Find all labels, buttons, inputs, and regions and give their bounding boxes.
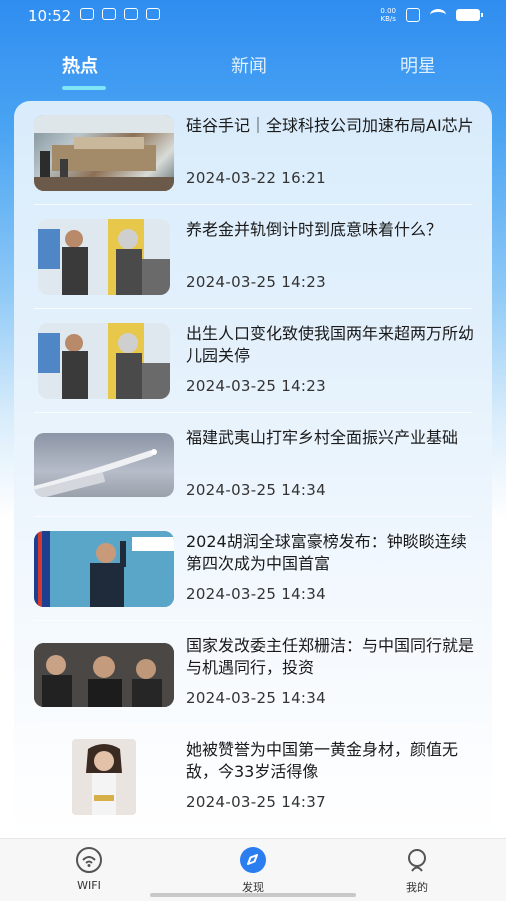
status-bar: 10:52 0.00 KB/s — [0, 0, 506, 32]
net-speed-value: 0.00 — [380, 7, 396, 15]
news-title: 养老金并轨倒计时到底意味着什么？ — [186, 220, 443, 239]
system-icons: 0.00 KB/s — [380, 7, 483, 23]
news-title: 2024胡润全球富豪榜发布：钟睒睒连续第四次成为中国首富 — [186, 532, 467, 573]
message-icon — [80, 8, 94, 20]
compass-icon — [240, 847, 266, 873]
robot-and-woman-photo — [38, 323, 170, 399]
news-thumbnail — [72, 739, 136, 815]
app-notification-icon — [102, 8, 116, 20]
news-item[interactable]: 福建武夷山打牢乡村全面振兴产业基础 2024-03-25 14:34 — [14, 413, 492, 517]
news-thumbnail — [34, 433, 174, 497]
news-date: 2024-03-25 14:34 — [186, 481, 326, 499]
news-thumbnail — [34, 115, 174, 191]
sim-icon — [406, 8, 420, 22]
woman-portrait-photo — [72, 739, 136, 815]
tab-news[interactable]: 新闻 — [231, 52, 267, 78]
news-date: 2024-03-22 16:21 — [186, 169, 326, 187]
net-speed: 0.00 KB/s — [380, 7, 396, 23]
meeting-photo — [34, 643, 174, 707]
news-title: 硅谷手记｜全球科技公司加速布局AI芯片 — [186, 116, 474, 135]
news-date: 2024-03-25 14:23 — [186, 273, 326, 291]
news-thumbnail — [38, 219, 170, 295]
news-thumbnail — [34, 643, 174, 707]
news-thumbnail — [34, 531, 174, 607]
notification-icons — [80, 8, 160, 20]
user-icon — [404, 847, 430, 873]
news-item[interactable]: 硅谷手记｜全球科技公司加速布局AI芯片 2024-03-22 16:21 — [14, 101, 492, 205]
news-title: 福建武夷山打牢乡村全面振兴产业基础 — [186, 428, 459, 447]
sync-icon — [146, 8, 160, 20]
usb-icon — [124, 8, 138, 20]
robot-and-woman-photo — [38, 219, 170, 295]
news-item[interactable]: 2024胡润全球富豪榜发布：钟睒睒连续第四次成为中国首富 2024-03-25 … — [14, 517, 492, 621]
nav-wifi-label: WIFI — [77, 879, 101, 892]
wifi-signal-icon — [430, 9, 446, 21]
news-item[interactable]: 她被赞誉为中国第一黄金身材，颜值无敌，今33岁活得像 2024-03-25 14… — [14, 725, 492, 829]
news-item[interactable]: 出生人口变化致使我国两年来超两万所幼儿园关停 2024-03-25 14:23 — [14, 309, 492, 413]
home-indicator[interactable] — [150, 893, 356, 897]
news-item[interactable]: 养老金并轨倒计时到底意味着什么？ 2024-03-25 14:23 — [14, 205, 492, 309]
news-date: 2024-03-25 14:23 — [186, 377, 326, 395]
news-date: 2024-03-25 14:34 — [186, 585, 326, 603]
nav-discover[interactable]: 发现 — [213, 847, 293, 895]
news-title: 出生人口变化致使我国两年来超两万所幼儿园关停 — [186, 324, 475, 365]
wifi-icon — [76, 847, 102, 873]
battery-icon — [456, 9, 483, 21]
missile-launch-photo — [34, 449, 157, 497]
status-time: 10:52 — [28, 7, 72, 25]
net-speed-unit: KB/s — [380, 15, 396, 23]
exhibition-hall-photo — [34, 115, 174, 191]
tab-hot[interactable]: 热点 — [62, 52, 98, 78]
tab-celebrity[interactable]: 明星 — [400, 52, 436, 78]
speaker-podium-photo — [34, 531, 174, 607]
news-list: 硅谷手记｜全球科技公司加速布局AI芯片 2024-03-22 16:21 养老金… — [14, 101, 492, 837]
bottom-navigation: WIFI 发现 我的 — [0, 838, 506, 901]
tab-active-indicator — [62, 86, 106, 90]
news-title: 国家发改委主任郑栅洁：与中国同行就是与机遇同行，投资 — [186, 636, 475, 677]
news-item[interactable]: 国家发改委主任郑栅洁：与中国同行就是与机遇同行，投资 2024-03-25 14… — [14, 621, 492, 725]
news-date: 2024-03-25 14:34 — [186, 689, 326, 707]
news-date: 2024-03-25 14:37 — [186, 793, 326, 811]
nav-mine[interactable]: 我的 — [377, 847, 457, 895]
news-thumbnail — [38, 323, 170, 399]
nav-wifi[interactable]: WIFI — [49, 847, 129, 892]
news-title: 她被赞誉为中国第一黄金身材，颜值无敌，今33岁活得像 — [186, 740, 459, 781]
nav-mine-label: 我的 — [406, 881, 428, 894]
